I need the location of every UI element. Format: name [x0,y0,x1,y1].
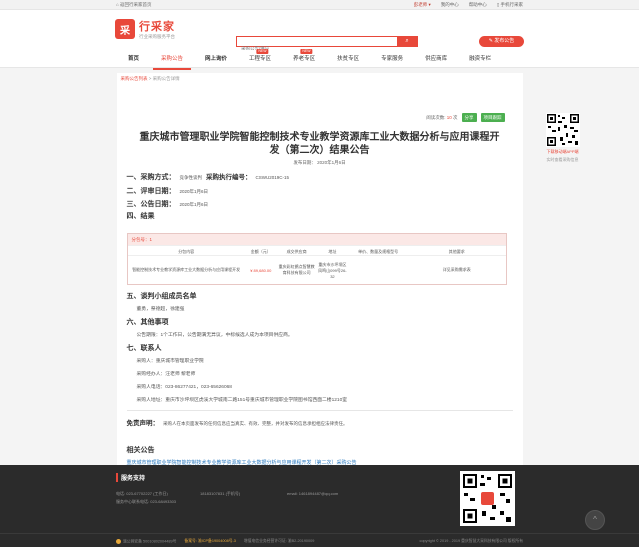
copyright: copyright © 2019 - 2019 重庆智慧大采科技有限公司 版权所… [419,539,523,543]
breadcrumb-detail: 采购公告详情 [152,76,180,81]
nav-item[interactable]: 网上询价 [197,50,235,70]
back-home-link[interactable]: ⌂ 返回行采家首页 [116,2,151,8]
track-button[interactable]: 项目跟踪 [480,113,505,122]
disclaimer: 免责声明： 采购人在本页面发布的任何信息应当真实、有效、完整，并对发布的信息承担相… [126,420,348,427]
icp-record[interactable]: 备案号: 渝ICP备19004008号-3 [184,539,236,545]
my-center-link[interactable]: 我的中心 [441,2,459,8]
logo[interactable]: 采 行采家 行业采购服务平台 [115,18,175,40]
contact-phone: 采购人电话：023-86277421，023-65626068 [136,385,232,390]
nav-item[interactable]: 专家服务 [373,50,411,70]
notice-detail: 阅读次数: 10 次 分享 项目跟踪 下载移动端APP端 实时查看采购信息 重庆… [116,85,580,439]
logo-mark: 采 [115,19,135,39]
footer-heading: 服务支持 [116,473,145,482]
publish-date: 发布日期： 2020年1月6日 [293,160,346,165]
nav-item[interactable]: 工程专区 NEW [241,49,279,70]
section-method: 一、采购方式： 竞争性谈判 采购执行编号： CSWU2019C-15 [126,174,290,181]
panel-members: 董勇，祭德超，徐建强 [136,307,185,312]
notice-title: 重庆城市管理职业学院智能控制技术专业教学资源库工业大数据分析与应用课程开发（第二… [139,132,500,156]
table-row: 智能控制技术专业教学资源库工业大数据分析与应用课程开发 ¥ 89,680.00 … [132,261,471,279]
logo-name: 行采家 [139,21,175,33]
app-qr-panel: 下载移动端APP端 实时查看采购信息 [543,113,583,163]
section-panel: 五、谈判小组成员名单 [126,293,197,300]
footer-bottom: 渝公网安备 50010802004489号 备案号: 渝ICP备19004008… [0,533,639,547]
footer-phone: 电话: 023-67702227 (工作日) [116,491,168,496]
footer-email: email: 1461894487@qq.com [287,491,339,496]
section-notice-date: 三、公告日期： 2020年1月6日 [126,201,209,208]
search-icon: ⌕ [405,38,409,44]
table-header: 分包内容 金额（元） 成交供应商 地址 单价、数量及规格型号 其他要求 [127,245,506,256]
breadcrumb-list[interactable]: 采购公告列表 [121,76,148,81]
section-result: 四、结果 [126,213,155,220]
section-other: 六、其他事项 [126,319,169,326]
nav-item[interactable]: 首页 [120,50,147,70]
telecom-license: 增值电信业务经营许可证: 渝B2-20190009 [243,539,315,543]
section-review-date: 二、评审日期： 2020年1月6日 [126,188,209,195]
header: 采 行采家 行业采购服务平台 ⌕ ✎ 发布公告 [0,10,639,53]
main-nav: 首页 采购公告 网上询价 工程专区 NEW 养老专区 NEW 扶贫专区 专家服务 供应商库 融资专栏 [0,49,639,70]
contact-address: 采购人地址：重庆市沙坪坝区虎溪大学城南二路151号重庆城市管理职业学院图书馆西面… [136,398,348,403]
qr-caption-download: 下载移动端APP端 [546,149,579,154]
new-badge: NEW [300,49,313,54]
footer: 服务支持 电话: 023-67702227 (工作日) 18183107831 … [0,465,639,547]
back-to-top-button[interactable]: ^ [585,510,605,530]
police-record: 渝公网安备 50010802004489号 [116,539,176,545]
result-table: 分包号：1 分包内容 金额（元） 成交供应商 地址 单价、数量及规格型号 其他要… [126,233,507,285]
nav-item[interactable]: 融资专栏 [461,50,499,70]
logo-slogan: 行业采购服务平台 [139,34,175,39]
breadcrumb: 采购公告列表 > 采购公告详情 [116,73,523,85]
section-contact: 七、联系人 [126,345,162,352]
new-badge: NEW [256,49,269,54]
user-menu[interactable]: 彭老师 ▾ [414,2,431,8]
search-box: ⌕ [236,36,418,53]
divider [126,410,513,411]
app-qr-code [545,113,580,147]
arrow-up-icon: ^ [593,515,597,524]
police-badge-icon [116,539,121,544]
nav-item[interactable]: 供应商库 [417,50,455,70]
search-button[interactable]: ⌕ [397,37,417,46]
publish-button[interactable]: ✎ 发布公告 [479,36,524,47]
mobile-link[interactable]: ▯ 手机行采家 [497,2,523,8]
nav-item[interactable]: 养老专区 NEW [285,49,323,70]
footer-service: 服务中心联系电话: 023-68493303 [116,499,177,504]
qr-caption-info: 实时查看采购信息 [546,157,579,162]
related-heading: 相关公告 [126,447,155,454]
nav-item[interactable]: 采购公告 [153,50,192,70]
contact-buyer: 采购人：重庆城市管理职业学院 [136,359,204,364]
view-count: 阅读次数: 10 次 [426,114,458,120]
footer-mobile: 18183107831 (手机号) [200,491,241,496]
share-button[interactable]: 分享 [461,113,477,122]
footer-qr-code [460,471,515,526]
help-center-link[interactable]: 帮助中心 [469,2,487,8]
other-matters: 公告期限：1个工作日，公告期满无异议，中标候选人成为本项目供应商。 [136,333,293,338]
nav-item[interactable]: 扶贫专区 [329,50,367,70]
package-number: 分包号：1 [127,234,506,245]
notice-stats: 阅读次数: 10 次 分享 项目跟踪 [426,113,505,122]
contact-person: 采购经办人：汪老师 黎老师 [136,372,196,377]
top-bar: ⌂ 返回行采家首页 彭老师 ▾ 我的中心 帮助中心 ▯ 手机行采家 [0,0,639,10]
